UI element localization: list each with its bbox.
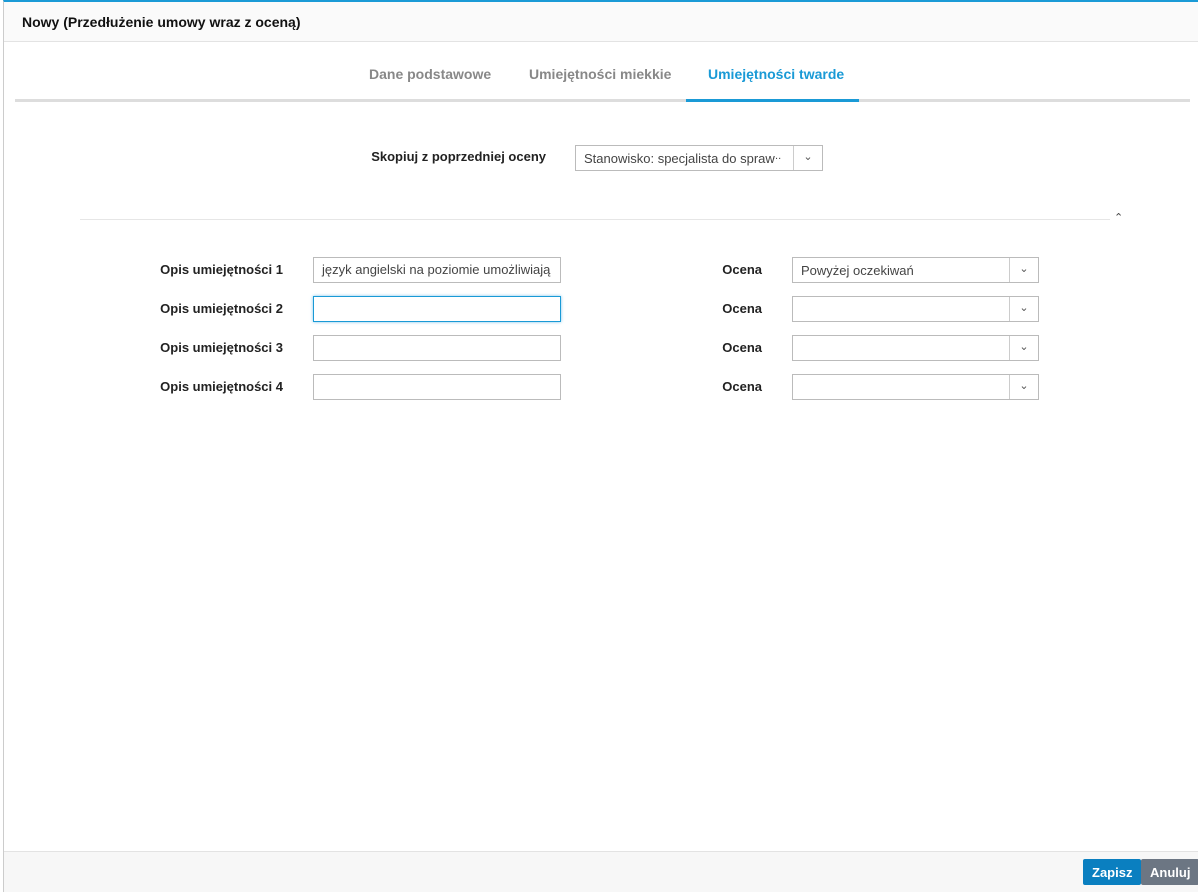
dialog-header: Nowy (Przedłużenie umowy wraz z oceną) [4,2,1198,42]
section-divider [80,219,1110,220]
dialog: Nowy (Przedłużenie umowy wraz z oceną) D… [3,0,1198,892]
copy-select-value: Stanowisko: specjalista do spraw [584,151,775,166]
rating-select-3[interactable]: ⌄ [792,335,1039,361]
collapse-chevron-up-icon[interactable]: ⌃ [1114,211,1123,224]
skill-input-3[interactable] [313,335,561,361]
chevron-down-icon[interactable]: ⌄ [793,146,822,170]
skill-label-4: Opis umiejętności 4 [160,379,283,394]
tab-umiejetnosci-miekkie[interactable]: Umiejętności miekkie [529,66,671,82]
copy-select[interactable]: Stanowisko: specjalista do spraw ... ⌄ [575,145,823,171]
chevron-down-icon[interactable]: ⌄ [1009,258,1038,282]
dialog-title: Nowy (Przedłużenie umowy wraz z oceną) [22,14,301,30]
copy-label: Skopiuj z poprzedniej oceny [371,149,546,164]
skill-input-2[interactable] [313,296,561,322]
tab-bar: Dane podstawowe Umiejętności miekkie Umi… [15,52,1190,102]
skill-label-2: Opis umiejętności 2 [160,301,283,316]
rating-value-1: Powyżej oczekiwań [801,263,914,278]
chevron-down-icon[interactable]: ⌄ [1009,375,1038,399]
active-tab-indicator [686,99,859,102]
skill-input-4[interactable] [313,374,561,400]
rating-select-4[interactable]: ⌄ [792,374,1039,400]
dialog-footer: Zapisz Anuluj [4,851,1198,892]
tab-umiejetnosci-twarde[interactable]: Umiejętności twarde [708,66,844,82]
tab-dane-podstawowe[interactable]: Dane podstawowe [369,66,491,82]
rating-label-2: Ocena [722,301,762,316]
chevron-down-icon[interactable]: ⌄ [1009,336,1038,360]
rating-label-4: Ocena [722,379,762,394]
skill-label-1: Opis umiejętności 1 [160,262,283,277]
rating-label-1: Ocena [722,262,762,277]
skill-input-1[interactable]: język angielski na poziomie umożliwiają [313,257,561,283]
skill-label-3: Opis umiejętności 3 [160,340,283,355]
copy-ellipsis: ... [772,150,782,162]
chevron-down-icon[interactable]: ⌄ [1009,297,1038,321]
rating-label-3: Ocena [722,340,762,355]
rating-select-2[interactable]: ⌄ [792,296,1039,322]
save-button[interactable]: Zapisz [1083,859,1142,885]
cancel-button[interactable]: Anuluj [1141,859,1198,885]
rating-select-1[interactable]: Powyżej oczekiwań ⌄ [792,257,1039,283]
